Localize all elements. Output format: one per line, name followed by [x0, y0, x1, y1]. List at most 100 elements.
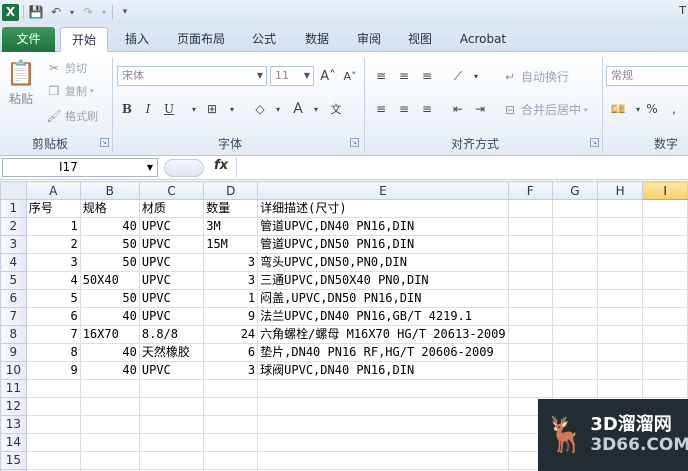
cell-a[interactable]: 1	[25, 217, 81, 236]
align-left-icon[interactable]: ≡	[371, 100, 391, 118]
cell-a[interactable]: 9	[25, 361, 81, 380]
tab-data[interactable]: 数据	[293, 27, 341, 52]
alignment-launcher-icon[interactable]: ↘	[590, 138, 599, 147]
cell-a[interactable]: 5	[25, 289, 81, 308]
cell-a[interactable]: 序号	[25, 199, 81, 218]
cell-e[interactable]	[257, 433, 509, 452]
shrink-font-icon[interactable]: A˅	[340, 67, 360, 85]
comma-style-icon[interactable]: ,	[664, 100, 684, 118]
cell-c[interactable]: 8.8/8	[138, 325, 205, 344]
cell-d[interactable]	[203, 379, 259, 398]
cell-f[interactable]	[507, 325, 553, 344]
formula-bar-splitter[interactable]	[164, 159, 204, 177]
wrap-text-button[interactable]: ↵ 自动换行	[502, 68, 569, 85]
number-format-combo[interactable]: 常规	[606, 66, 688, 86]
cell-b[interactable]	[79, 433, 140, 452]
phonetic-icon[interactable]: 文	[326, 100, 346, 118]
cell-d[interactable]: 9	[203, 307, 259, 326]
percent-style-button[interactable]: %	[642, 100, 662, 118]
cell-e[interactable]: 管道UPVC,DN40 PN16,DIN	[257, 217, 509, 236]
cell-g[interactable]	[551, 271, 599, 290]
cell-c[interactable]: 天然橡胶	[138, 343, 205, 362]
cell-f[interactable]	[507, 271, 553, 290]
cell-f[interactable]	[507, 307, 553, 326]
tab-formulas[interactable]: 公式	[240, 27, 288, 52]
redo-dropdown-icon[interactable]: ▾	[100, 4, 108, 20]
row-header[interactable]: 2	[0, 217, 27, 236]
cell-g[interactable]	[551, 307, 599, 326]
clipboard-launcher-icon[interactable]: ↘	[100, 138, 109, 147]
cell-g[interactable]	[551, 199, 599, 218]
font-name-combo[interactable]: 宋体 ▼	[117, 66, 267, 86]
cell-i[interactable]	[642, 379, 688, 398]
cell-e[interactable]: 法兰UPVC,DN40 PN16,GB/T 4219.1	[257, 307, 509, 326]
column-header-b[interactable]: B	[79, 181, 140, 200]
decrease-indent-icon[interactable]: ⇤	[448, 100, 468, 118]
cell-i[interactable]	[642, 307, 688, 326]
cell-g[interactable]	[551, 361, 599, 380]
cell-b[interactable]	[79, 415, 140, 434]
cell-b[interactable]	[79, 397, 140, 416]
column-header-a[interactable]: A	[25, 181, 81, 200]
cell-c[interactable]	[138, 415, 205, 434]
row-header[interactable]: 8	[0, 325, 27, 344]
bold-button[interactable]: B	[117, 100, 137, 118]
cell-a[interactable]: 3	[25, 253, 81, 272]
cell-h[interactable]	[597, 307, 644, 326]
cell-f[interactable]	[507, 253, 553, 272]
cell-g[interactable]	[551, 343, 599, 362]
insert-function-icon[interactable]: fx	[214, 158, 228, 173]
cell-b[interactable]: 40	[79, 361, 140, 380]
cell-c[interactable]	[138, 451, 205, 470]
cell-a[interactable]: 8	[25, 343, 81, 362]
cell-h[interactable]	[597, 235, 644, 254]
grow-font-icon[interactable]: A˄	[318, 67, 338, 85]
cell-b[interactable]	[79, 379, 140, 398]
cell-i[interactable]	[642, 289, 688, 308]
customize-qat-icon[interactable]: ▾	[117, 4, 133, 20]
accounting-format-icon[interactable]: 💴	[608, 100, 628, 118]
cell-i[interactable]	[642, 271, 688, 290]
tab-acrobat[interactable]: Acrobat	[450, 27, 516, 52]
cell-b[interactable]	[79, 451, 140, 470]
cell-h[interactable]	[597, 289, 644, 308]
column-header-e[interactable]: E	[257, 181, 509, 200]
row-header[interactable]: 9	[0, 343, 27, 362]
column-header-d[interactable]: D	[203, 181, 259, 200]
font-size-combo[interactable]: 11 ▼	[270, 66, 314, 86]
orientation-dropdown-icon[interactable]: ▾	[466, 67, 486, 85]
cell-a[interactable]: 4	[25, 271, 81, 290]
cell-c[interactable]: UPVC	[138, 289, 205, 308]
cell-d[interactable]	[203, 415, 259, 434]
redo-icon[interactable]: ↷	[80, 4, 96, 20]
cell-e[interactable]: 管道UPVC,DN50 PN16,DIN	[257, 235, 509, 254]
orientation-icon[interactable]: ⟋	[448, 67, 468, 85]
italic-button[interactable]: I	[138, 100, 158, 118]
row-header[interactable]: 15	[0, 451, 27, 470]
cell-b[interactable]: 40	[79, 307, 140, 326]
cell-i[interactable]	[642, 235, 688, 254]
cell-h[interactable]	[597, 199, 644, 218]
cell-e[interactable]	[257, 397, 509, 416]
column-header-h[interactable]: H	[597, 181, 644, 200]
cell-h[interactable]	[597, 271, 644, 290]
cell-g[interactable]	[551, 325, 599, 344]
row-header[interactable]: 13	[0, 415, 27, 434]
row-header[interactable]: 3	[0, 235, 27, 254]
cell-h[interactable]	[597, 253, 644, 272]
font-color-dropdown-icon[interactable]: ▾	[306, 100, 326, 118]
cell-c[interactable]: UPVC	[138, 271, 205, 290]
cell-a[interactable]	[25, 451, 81, 470]
cell-a[interactable]: 7	[25, 325, 81, 344]
cell-h[interactable]	[597, 217, 644, 236]
cell-f[interactable]	[507, 217, 553, 236]
cell-c[interactable]: UPVC	[138, 307, 205, 326]
cell-h[interactable]	[597, 325, 644, 344]
cut-button[interactable]: ✂ 剪切	[46, 60, 87, 76]
cell-d[interactable]	[203, 397, 259, 416]
align-center-icon[interactable]: ≡	[394, 100, 414, 118]
cell-b[interactable]: 50	[79, 235, 140, 254]
cell-d[interactable]: 15M	[203, 235, 259, 254]
cell-h[interactable]	[597, 361, 644, 380]
font-color-icon[interactable]: A	[288, 100, 308, 118]
